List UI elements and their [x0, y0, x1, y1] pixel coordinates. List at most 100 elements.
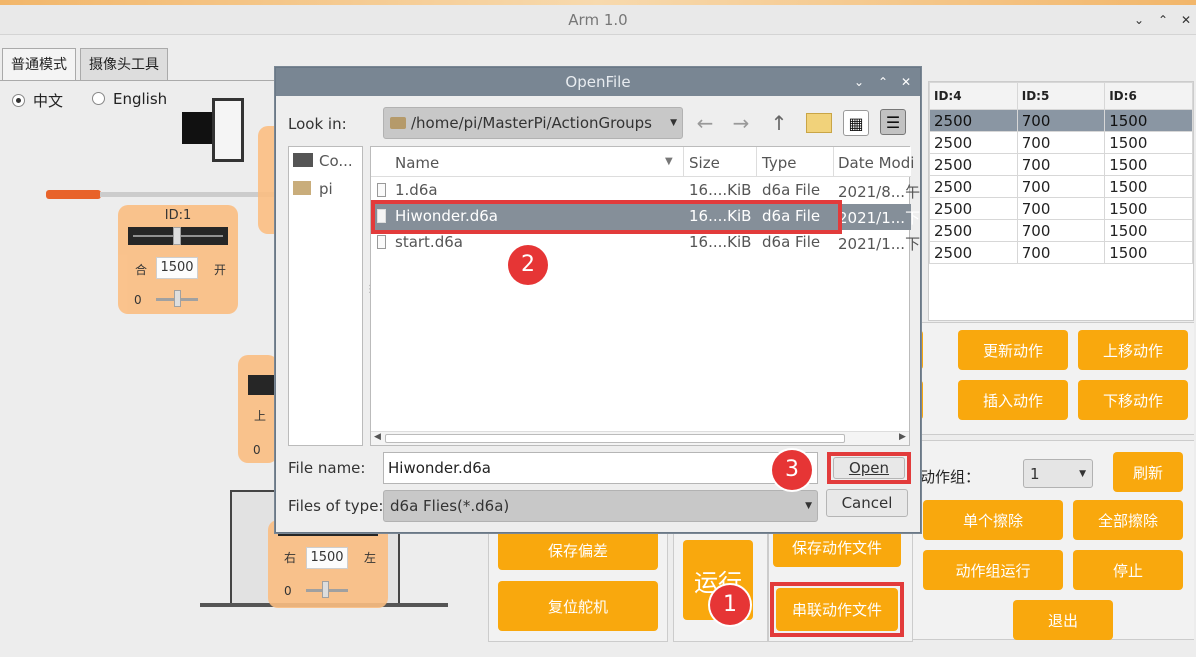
table-cell[interactable]: 1500 [1104, 153, 1193, 176]
column-header[interactable]: ID:4 [929, 82, 1018, 110]
exit-button[interactable]: 退出 [1013, 600, 1113, 640]
table-cell[interactable]: 2500 [929, 131, 1018, 154]
servo-value-field[interactable]: 1500 [156, 257, 198, 279]
column-size[interactable]: Size [689, 154, 720, 172]
file-name-label: File name: [288, 459, 366, 477]
minimize-icon[interactable]: ⌄ [854, 68, 864, 96]
tab-normal-mode[interactable]: 普通模式 [2, 48, 76, 81]
table-cell[interactable]: 700 [1016, 219, 1106, 242]
file-size: 16....KiB [689, 181, 752, 199]
table-cell[interactable]: 2500 [929, 197, 1018, 220]
reset-servo-button[interactable]: 复位舵机 [498, 581, 658, 631]
action-group-value: 1 [1030, 464, 1040, 483]
scroll-left-icon[interactable]: ◀ [374, 432, 381, 442]
look-in-path: /home/pi/MasterPi/ActionGroups [411, 114, 652, 132]
file-icon [377, 183, 386, 197]
table-cell[interactable]: 700 [1016, 175, 1106, 198]
sidebar-item-pi[interactable]: pi [293, 180, 333, 198]
table-cell[interactable]: 700 [1016, 153, 1106, 176]
offset-slider-handle[interactable] [174, 290, 181, 307]
file-row[interactable]: start.d6a 16....KiB d6a File 2021/1...下 [371, 230, 920, 256]
column-header[interactable]: ID:5 [1016, 82, 1106, 110]
stop-button[interactable]: 停止 [1073, 550, 1183, 590]
radio-english[interactable]: English [92, 90, 167, 108]
minimize-icon[interactable]: ⌄ [1131, 13, 1147, 27]
maximize-icon[interactable]: ⌃ [1155, 13, 1171, 27]
move-down-action-button[interactable]: 下移动作 [1078, 380, 1188, 420]
table-cell[interactable]: 700 [1016, 131, 1106, 154]
table-row[interactable]: 2500 700 1500 [929, 241, 1193, 264]
table-cell[interactable]: 1500 [1104, 197, 1193, 220]
slider-handle[interactable] [173, 227, 181, 245]
table-cell[interactable]: 2500 [929, 219, 1018, 242]
table-row[interactable]: 2500 700 1500 [929, 197, 1193, 220]
file-icon [377, 235, 386, 249]
insert-action-button[interactable]: 插入动作 [958, 380, 1068, 420]
save-action-file-button[interactable]: 保存动作文件 [773, 527, 901, 567]
scrollbar-thumb[interactable] [385, 434, 845, 443]
step-badge-3: 3 [772, 450, 812, 490]
table-cell[interactable]: 2500 [929, 153, 1018, 176]
scroll-right-icon[interactable]: ▶ [899, 432, 906, 442]
column-type[interactable]: Type [762, 154, 796, 172]
offset-slider-handle[interactable] [322, 581, 329, 598]
back-arrow-icon[interactable]: ← [692, 110, 718, 136]
table-cell[interactable]: 1500 [1104, 241, 1193, 264]
tab-divider [0, 80, 275, 81]
horizontal-scrollbar[interactable]: ◀ ▶ [371, 431, 909, 445]
update-action-button[interactable]: 更新动作 [958, 330, 1068, 370]
table-cell[interactable]: 2500 [929, 175, 1018, 198]
up-arrow-icon[interactable]: ↑ [766, 110, 792, 136]
column-date[interactable]: Date Modi [838, 154, 914, 172]
maximize-icon[interactable]: ⌃ [878, 68, 888, 96]
list-view-icon[interactable]: ☰ [880, 109, 906, 135]
new-folder-icon[interactable] [806, 113, 832, 133]
table-cell[interactable]: 2500 [929, 241, 1018, 264]
servo-panel-base: 右 1500 左 0 [268, 520, 388, 608]
chain-action-file-button[interactable]: 串联动作文件 [776, 588, 898, 631]
action-group-select[interactable]: 1 ▼ [1023, 459, 1093, 488]
table-cell[interactable]: 700 [1016, 241, 1106, 264]
radio-label: English [113, 90, 168, 108]
tab-camera-tool[interactable]: 摄像头工具 [80, 48, 168, 80]
table-row[interactable]: 2500 700 1500 [929, 131, 1193, 154]
erase-single-button[interactable]: 单个擦除 [923, 500, 1063, 540]
move-up-action-button[interactable]: 上移动作 [1078, 330, 1188, 370]
table-row[interactable]: 2500 700 1500 [929, 175, 1193, 198]
sidebar-item-computer[interactable]: Co... [293, 152, 353, 170]
cancel-button[interactable]: Cancel [826, 489, 908, 517]
file-name-input[interactable]: Hiwonder.d6a [383, 452, 818, 484]
table-cell[interactable]: 1500 [1104, 219, 1193, 242]
table-cell[interactable]: 1500 [1104, 175, 1193, 198]
close-icon[interactable]: ✕ [1178, 13, 1194, 27]
table-cell[interactable]: 700 [1016, 109, 1106, 132]
gripper-bracket [212, 98, 244, 162]
tab-label: 摄像头工具 [89, 57, 159, 73]
servo-slider[interactable] [128, 227, 228, 245]
file-name: 1.d6a [395, 181, 438, 199]
radio-chinese[interactable]: 中文 [12, 90, 63, 111]
dropdown-arrow-icon: ▼ [1079, 468, 1086, 479]
servo-value-field[interactable]: 1500 [306, 547, 348, 569]
table-row[interactable]: 2500 700 1500 [929, 153, 1193, 176]
column-name[interactable]: Name [395, 154, 439, 172]
table-row[interactable]: 2500 700 1500 [929, 219, 1193, 242]
tab-label: 普通模式 [11, 57, 67, 73]
forward-arrow-icon[interactable]: → [728, 110, 754, 136]
files-of-type-select[interactable]: d6a Flies(*.d6a) ▼ [383, 490, 818, 522]
column-header[interactable]: ID:6 [1104, 82, 1193, 110]
icon-view-icon[interactable]: ▦ [843, 110, 869, 136]
refresh-button[interactable]: 刷新 [1113, 452, 1183, 492]
open-button[interactable]: Open [833, 457, 905, 479]
table-cell[interactable]: 1500 [1104, 109, 1193, 132]
table-row[interactable]: 2500 700 1500 [929, 109, 1193, 132]
servo-slider[interactable] [248, 375, 278, 395]
table-cell[interactable]: 2500 [929, 109, 1018, 132]
table-cell[interactable]: 1500 [1104, 131, 1193, 154]
look-in-combo[interactable]: /home/pi/MasterPi/ActionGroups ▼ [383, 107, 683, 139]
table-cell[interactable]: 700 [1016, 197, 1106, 220]
save-offset-button[interactable]: 保存偏差 [498, 530, 658, 570]
close-icon[interactable]: ✕ [901, 68, 911, 96]
run-action-group-button[interactable]: 动作组运行 [923, 550, 1063, 590]
erase-all-button[interactable]: 全部擦除 [1073, 500, 1183, 540]
